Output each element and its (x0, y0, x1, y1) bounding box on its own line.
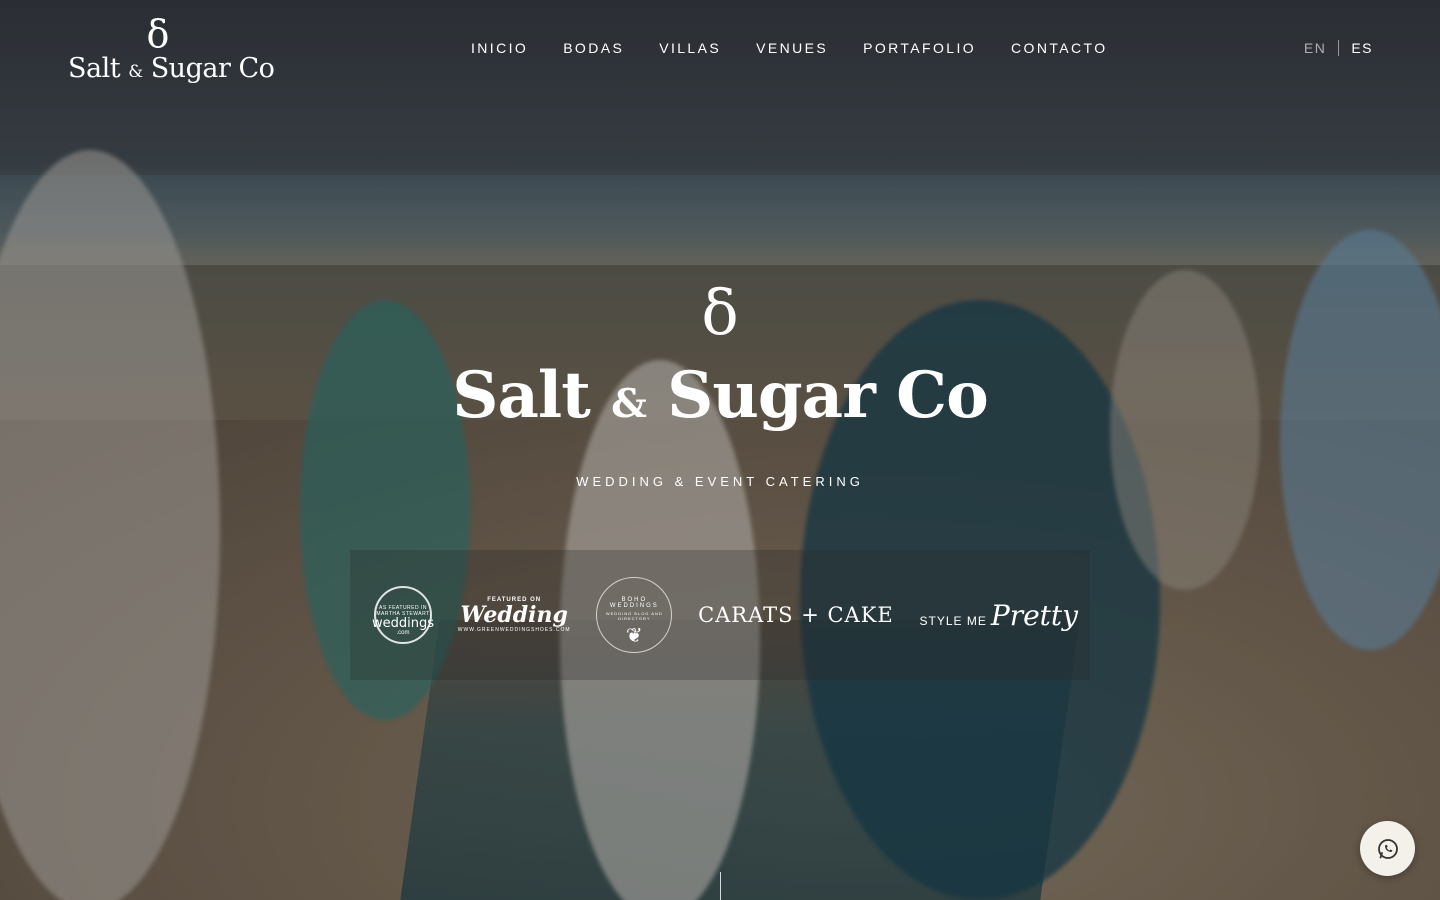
photo-overlay (0, 0, 1440, 900)
language-en[interactable]: EN (1304, 40, 1326, 56)
hero-logo-mark-icon: δ (701, 276, 739, 349)
nav-item-venues[interactable]: VENUES (756, 40, 828, 56)
logo-mark-icon: δ (146, 12, 170, 56)
press-logo-carats-cake: CARATS + CAKE (698, 603, 894, 627)
scroll-indicator[interactable] (720, 872, 721, 900)
language-es[interactable]: ES (1351, 40, 1373, 56)
nav-item-portafolio[interactable]: PORTAFOLIO (863, 40, 976, 56)
leaf-icon: ❦ (625, 624, 643, 647)
nav-item-inicio[interactable]: INICIO (471, 40, 528, 56)
hero-title: Salt & Sugar Co (452, 358, 989, 433)
press-logo-boho-weddings: BOHO WEDDINGS WEDDING BLOG AND DIRECTORY… (596, 577, 673, 653)
logo-wordmark: Salt & Sugar Co (68, 53, 275, 84)
hero-subtitle: WEDDING & EVENT CATERING (576, 474, 864, 489)
press-logo-green-wedding-shoes: FEATURED ON Wedding WWW.GREENWEDDINGSHOE… (457, 597, 571, 633)
hero-background-photo (0, 0, 1440, 900)
nav-item-contacto[interactable]: CONTACTO (1011, 40, 1107, 56)
main-navigation: INICIO BODAS VILLAS VENUES PORTAFOLIO CO… (471, 40, 1108, 56)
press-logo-martha-stewart: AS FEATURED IN MARTHA STEWART weddings .… (372, 586, 434, 644)
whatsapp-icon (1377, 838, 1398, 859)
nav-item-villas[interactable]: VILLAS (659, 40, 721, 56)
whatsapp-button[interactable] (1360, 821, 1415, 876)
nav-item-bodas[interactable]: BODAS (563, 40, 624, 56)
press-strip: AS FEATURED IN MARTHA STEWART weddings .… (350, 550, 1090, 680)
language-divider (1338, 40, 1340, 56)
language-switcher: EN ES (1304, 40, 1373, 56)
press-logo-style-me-pretty: STYLE ME Pretty (919, 598, 1078, 632)
header-logo[interactable]: δ Salt & Sugar Co (68, 12, 275, 86)
